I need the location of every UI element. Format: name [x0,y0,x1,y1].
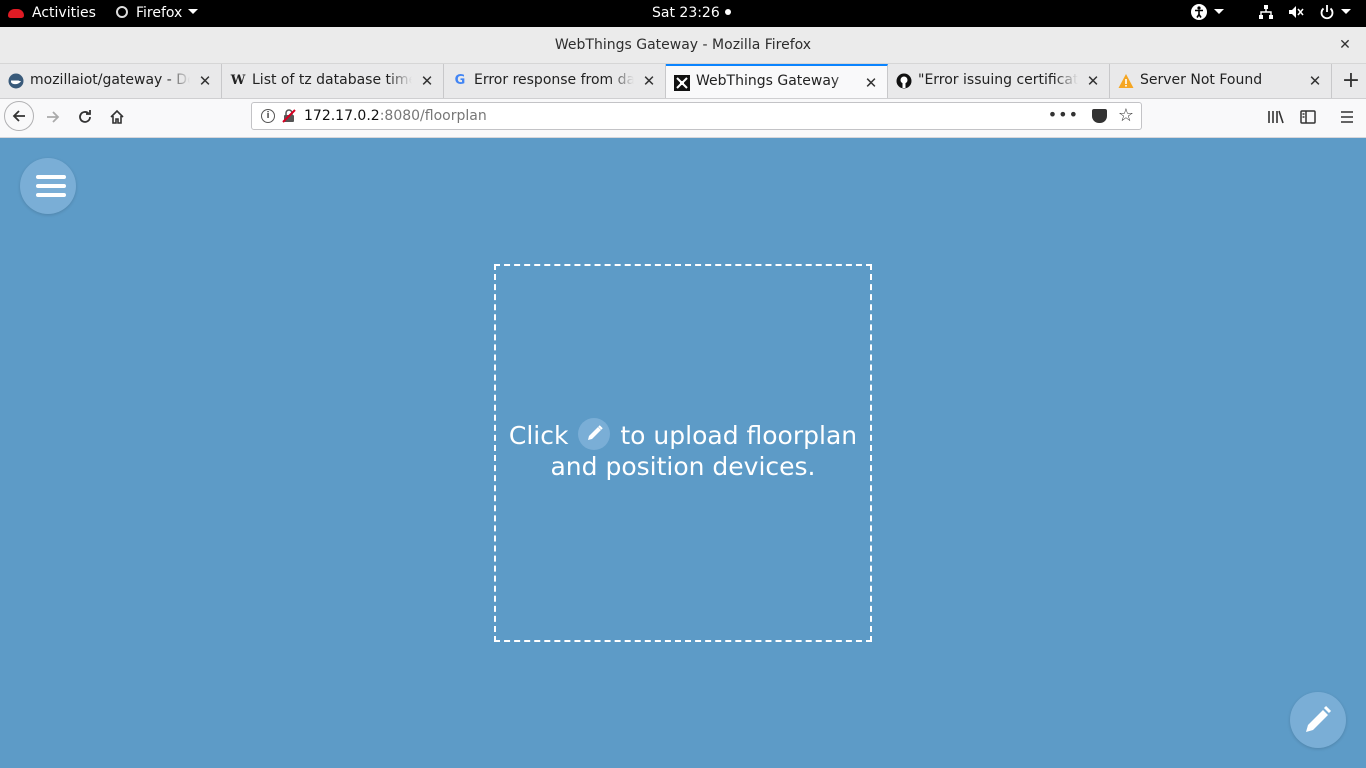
hamburger-menu-button[interactable] [1332,102,1362,132]
new-tab-button[interactable]: + [1336,64,1366,98]
tab-server-not-found[interactable]: Server Not Found ✕ [1110,64,1332,98]
activities-label: Activities [32,5,96,21]
window-close-button[interactable]: ✕ [1336,36,1354,54]
home-icon [110,109,124,124]
floorplan-instructions: Click to upload floorplan and position d… [494,418,872,482]
close-tab-icon[interactable]: ✕ [1085,73,1101,89]
accessibility-menu[interactable] [1190,0,1224,27]
github-icon [896,73,912,89]
arrow-right-icon [47,111,60,123]
webthings-icon [674,75,690,91]
tab-google[interactable]: G Error response from daemon ✕ [444,64,666,98]
firefox-icon [116,6,128,18]
tab-strip: mozillaiot/gateway - Docker Hub ✕ W List… [0,64,1366,99]
window-titlebar: WebThings Gateway - Mozilla Firefox ✕ [0,27,1366,64]
url-text[interactable]: 172.17.0.2:8080/floorplan [304,103,487,129]
notification-dot-icon [724,9,731,15]
close-tab-icon[interactable]: ✕ [1307,73,1323,89]
pencil-icon [578,418,611,450]
library-button[interactable] [1261,102,1291,132]
google-icon: G [454,73,466,88]
app-menu-button[interactable]: Firefox [116,0,199,27]
accessibility-icon [1191,4,1207,20]
menu-bar-line [36,175,66,179]
tab-webthings-gateway[interactable]: WebThings Gateway ✕ [666,64,888,98]
close-tab-icon[interactable]: ✕ [641,73,657,89]
caret-down-icon [1340,9,1351,14]
back-button[interactable] [4,101,34,131]
main-menu-button[interactable] [20,158,76,214]
menu-bar-line [36,184,66,188]
navigation-toolbar: i 172.17.0.2:8080/floorplan ••• ☆ [0,99,1366,138]
reload-button[interactable] [70,102,100,132]
tab-docker-hub[interactable]: mozillaiot/gateway - Docker Hub ✕ [0,64,222,98]
tab-label: "Error issuing certificate" [918,64,1078,97]
system-menu[interactable] [1258,0,1351,27]
page-actions-icon[interactable]: ••• [1048,103,1079,127]
menu-bar-line [36,193,66,197]
clock[interactable]: Sat 23:26 [652,0,731,27]
tab-label: Server Not Found [1140,64,1300,97]
bookmark-star-icon[interactable]: ☆ [1118,104,1134,128]
tab-label: mozillaiot/gateway - Docker Hub [30,64,190,97]
warning-icon [1118,74,1134,88]
wikipedia-icon: W [230,73,246,88]
pencil-icon [1306,705,1332,732]
url-host: 172.17.0.2 [304,108,380,124]
forward-button[interactable] [38,102,68,132]
close-tab-icon[interactable]: ✕ [863,75,879,91]
insecure-lock-icon[interactable] [282,109,296,123]
activities-button[interactable]: Activities [8,0,96,27]
close-tab-icon[interactable]: ✕ [419,73,435,89]
network-icon [1259,5,1273,19]
gnome-top-bar: Activities Firefox Sat 23:26 [0,0,1366,27]
tab-label: WebThings Gateway [696,66,856,97]
arrow-left-icon [12,110,25,122]
tab-wikipedia[interactable]: W List of tz database time zones ✕ [222,64,444,98]
reload-icon [79,110,91,123]
clock-label: Sat 23:26 [652,5,720,21]
close-tab-icon[interactable]: ✕ [197,73,213,89]
app-menu-label: Firefox [136,5,183,21]
caret-down-icon [1214,9,1224,14]
caret-down-icon [188,9,199,14]
docker-icon [8,73,24,89]
edit-floorplan-button[interactable] [1290,692,1346,748]
tab-label: Error response from daemon [474,64,634,97]
sidebar-icon [1300,110,1316,124]
url-path: :8080/floorplan [379,108,487,124]
sidebar-button[interactable] [1293,102,1323,132]
tab-label: List of tz database time zones [252,64,412,97]
tab-github[interactable]: "Error issuing certificate" ✕ [888,64,1110,98]
instruction-position-text: and position devices. [550,452,816,481]
instruction-click-text: Click [508,421,569,450]
library-icon [1268,110,1284,124]
window-title: WebThings Gateway - Mozilla Firefox [554,37,812,53]
power-icon [1320,5,1334,20]
url-bar[interactable]: i 172.17.0.2:8080/floorplan ••• ☆ [251,102,1142,130]
home-button[interactable] [102,102,132,132]
site-info-icon[interactable]: i [261,109,275,123]
redhat-icon [8,8,24,18]
pocket-icon[interactable] [1092,109,1107,123]
hamburger-icon [1341,111,1353,123]
instruction-upload-text: to upload floorplan [620,421,858,450]
volume-muted-icon [1289,6,1305,18]
